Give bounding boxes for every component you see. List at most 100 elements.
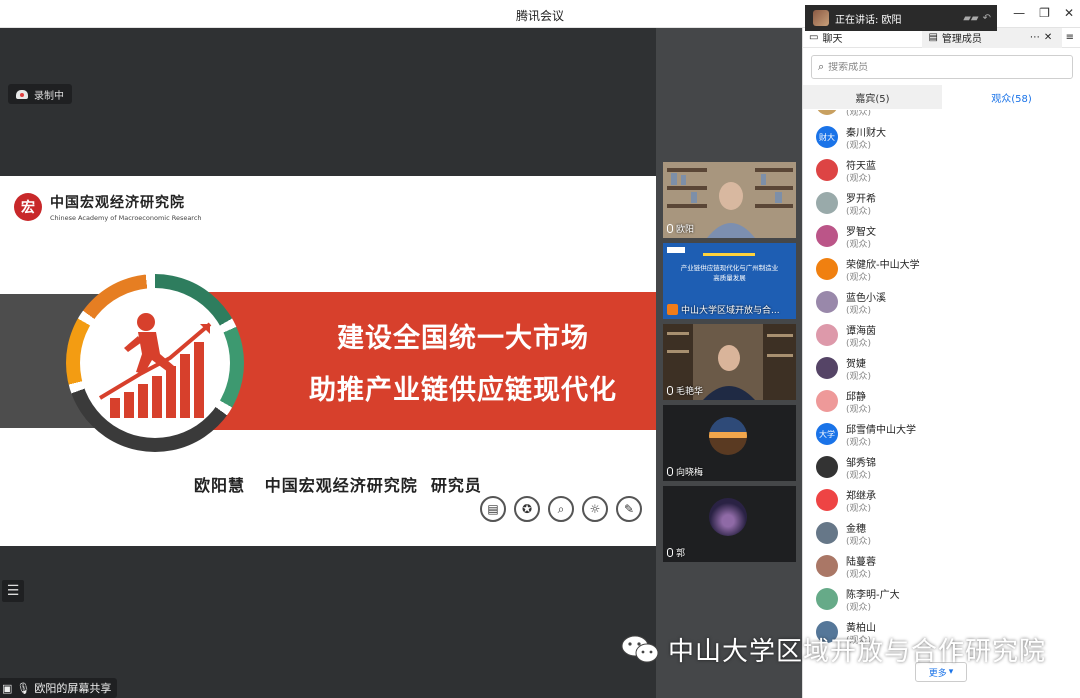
member-role: (观众) <box>846 273 872 283</box>
member-row[interactable]: 谭海茵 (观众) <box>803 320 1080 353</box>
tab-members-label: 管理成员 <box>941 34 982 45</box>
org-name-en: Chinese Academy of Macroeconomic Researc… <box>50 214 202 222</box>
member-role: (观众) <box>846 603 872 613</box>
member-name: 谭海茵 <box>846 326 876 337</box>
avatar <box>709 498 747 536</box>
member-row[interactable]: 邹秀锦 (观众) <box>803 452 1080 485</box>
tile-name: 郭 <box>676 549 686 559</box>
tile-label: 中山大学区域开放与合... <box>667 303 780 316</box>
member-name: 贺婕 <box>846 359 866 370</box>
member-role: (观众) <box>846 438 872 448</box>
member-role: (观众) <box>846 405 872 415</box>
tile-name: 欧阳 <box>676 225 695 235</box>
member-row[interactable]: 陆蔓蓉 (观众) <box>803 551 1080 584</box>
slide-title-line1: 建设全国统一大市场 <box>337 323 589 354</box>
member-row[interactable]: 符天蓝 (观众) <box>803 155 1080 188</box>
member-row[interactable]: 陈李明-广大 (观众) <box>803 584 1080 617</box>
member-row[interactable]: 郑继承 (观众) <box>803 485 1080 518</box>
org-logo: 宏 中国宏观经济研究院 Chinese Academy of Macroecon… <box>14 192 202 222</box>
slide-title-line2: 助推产业链供应链现代化 <box>309 375 617 406</box>
tab-audience[interactable]: 观众(58) <box>942 85 1080 109</box>
book-icon: ▤ <box>480 496 506 522</box>
member-avatar <box>816 324 838 346</box>
members-icon: ▤ <box>928 32 938 43</box>
presenter-line: 欧阳慧 中国宏观经济研究院 研究员 <box>194 476 482 495</box>
menu-icon[interactable]: ≡ <box>1066 32 1074 43</box>
slide-icon-row: ▤ ✪ ⌕ ☼ ✎ <box>480 496 642 522</box>
member-row[interactable]: 罗开希 (观众) <box>803 188 1080 221</box>
cloud-record-icon <box>16 89 28 99</box>
restore-icon[interactable]: ❐ <box>1039 6 1050 20</box>
member-role: (观众) <box>846 110 872 118</box>
member-name: 荣健欣-中山大学 <box>846 260 920 271</box>
tile-name: 中山大学区域开放与合... <box>681 306 780 316</box>
member-role: (观众) <box>846 306 872 316</box>
member-avatar <box>816 291 838 313</box>
speaking-indicator: 正在讲话: 欧阳 ▰▰ ↶ <box>805 5 997 31</box>
signal-icon: ▰▰ <box>963 12 979 24</box>
member-row[interactable]: 金穗 (观众) <box>803 518 1080 551</box>
member-row[interactable]: 邱静 (观众) <box>803 386 1080 419</box>
tile-label: 郭 <box>667 546 685 559</box>
member-avatar <box>816 159 838 181</box>
tile-name: 毛艳华 <box>676 387 704 397</box>
more-options-icon[interactable]: ⋯ <box>1030 32 1040 43</box>
video-tile[interactable]: 向晓梅 <box>663 405 796 481</box>
member-role: (观众) <box>846 372 872 382</box>
tab-chat-label: 聊天 <box>822 34 843 45</box>
member-row[interactable]: 大学 邱雪倩中山大学 (观众) <box>803 419 1080 452</box>
member-name: 蓝色小溪 <box>846 293 886 304</box>
member-avatar <box>816 110 838 115</box>
member-role: (观众) <box>846 174 872 184</box>
member-name: 符天蓝 <box>846 161 876 172</box>
member-row[interactable]: 蓝色小溪 (观众) <box>803 287 1080 320</box>
climber-graphic <box>80 288 230 438</box>
mic-icon <box>667 548 673 557</box>
member-avatar <box>816 555 838 577</box>
checklist-icon: ✎ <box>616 496 642 522</box>
recording-label: 录制中 <box>34 90 64 102</box>
member-role: (观众) <box>846 504 872 514</box>
caret-down-icon: ▾ <box>948 667 954 677</box>
video-tile[interactable]: 产业链供应链现代化与广州制造业 高质量发展 中山大学区域开放与合... <box>663 243 796 319</box>
member-row[interactable]: 财大 秦川财大 (观众) <box>803 122 1080 155</box>
list-menu-button[interactable]: ☰ <box>2 580 24 602</box>
thumbnail-line: 高质量发展 <box>713 274 746 282</box>
close-icon[interactable]: ✕ <box>1064 6 1074 20</box>
member-role: (观众) <box>846 471 872 481</box>
video-tile[interactable]: 郭 <box>663 486 796 562</box>
search-box[interactable]: ⌕ <box>811 55 1073 79</box>
video-tile[interactable]: 毛艳华 <box>663 324 796 400</box>
mic-icon <box>667 224 673 233</box>
member-avatar <box>816 522 838 544</box>
close-panel-icon[interactable]: ✕ <box>1044 32 1052 43</box>
watermark-text: 中山大学区域开放与合作研究院 <box>668 636 1047 667</box>
screen-share-label: ▣ 🎙 欧阳的屏幕共享 <box>0 678 118 698</box>
member-avatar: 财大 <box>816 126 838 148</box>
member-row[interactable]: 罗智文 (观众) <box>803 221 1080 254</box>
member-role: (观众) <box>846 207 872 217</box>
member-name: 秦川财大 <box>846 128 886 139</box>
tile-label: 欧阳 <box>667 222 694 235</box>
member-avatar <box>816 456 838 478</box>
chat-icon: ▭ <box>809 32 819 43</box>
minimize-icon[interactable]: — <box>1013 6 1025 20</box>
video-tile[interactable]: 欧阳 <box>663 162 796 238</box>
member-row[interactable]: (观众) <box>803 110 1080 122</box>
member-name: 罗智文 <box>846 227 876 238</box>
member-avatar <box>816 258 838 280</box>
member-role: (观众) <box>846 537 872 547</box>
back-icon[interactable]: ↶ <box>983 13 991 24</box>
search-input[interactable] <box>828 61 1049 73</box>
tab-guests[interactable]: 嘉宾(5) <box>803 85 942 109</box>
mic-icon <box>667 386 673 395</box>
member-avatar <box>816 390 838 412</box>
panel-tabs: ▭ 聊天 ▤ 管理成员 ⋯ ✕ ≡ <box>803 27 1080 48</box>
member-row[interactable]: 贺婕 (观众) <box>803 353 1080 386</box>
org-name-cn: 中国宏观经济研究院 <box>50 195 185 211</box>
recording-badge[interactable]: 录制中 <box>8 84 72 104</box>
share-label-text: 欧阳的屏幕共享 <box>34 682 112 695</box>
member-name: 罗开希 <box>846 194 876 205</box>
member-row[interactable]: 荣健欣-中山大学 (观众) <box>803 254 1080 287</box>
shared-slide: 宏 中国宏观经济研究院 Chinese Academy of Macroecon… <box>0 176 656 546</box>
